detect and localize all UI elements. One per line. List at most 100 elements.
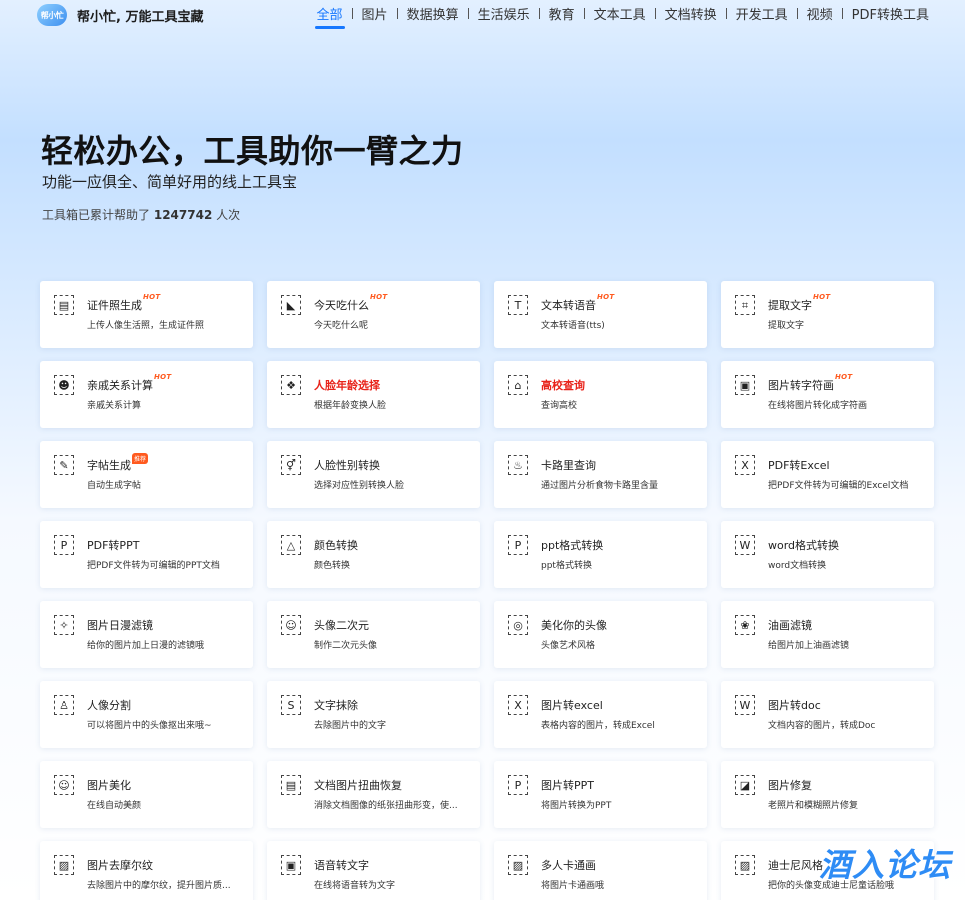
- oil-painting-icon: ❀: [735, 615, 755, 635]
- tool-card[interactable]: ◎ 美化你的头像 头像艺术风格: [494, 601, 707, 668]
- tool-card[interactable]: ▤ 文档图片扭曲恢复消除文档图像的纸张扭曲形变，使...: [267, 761, 480, 828]
- nav-item-1[interactable]: 图片: [360, 4, 390, 23]
- tool-card[interactable]: ⚥ 人脸性别转换选择对应性别转换人脸: [267, 441, 480, 508]
- tool-card[interactable]: ⌂ 高校查询 查询高校: [494, 361, 707, 428]
- id-card-icon: ▤: [54, 295, 74, 315]
- usage-counter-suffix: 人次: [216, 208, 241, 222]
- tool-card[interactable]: S 文字抹除 去除图片中的文字: [267, 681, 480, 748]
- tool-description: 颜色转换: [314, 561, 351, 571]
- anime-avatar-icon: ☺: [281, 615, 301, 635]
- tool-card[interactable]: Wword格式转换 word文档转换: [721, 521, 934, 588]
- tool-title: 图片转excel: [541, 699, 603, 712]
- tool-title: ppt格式转换: [541, 539, 604, 552]
- beautify-avatar-icon: ◎: [508, 615, 528, 635]
- nav-separator: [654, 8, 656, 19]
- nav-separator: [467, 8, 469, 19]
- copybook-icon: ✎: [54, 455, 74, 475]
- nav-separator: [351, 8, 353, 19]
- tool-title: 图片修复: [768, 779, 812, 792]
- tool-card[interactable]: ☻ 亲戚关系计算 亲戚关系计算 HOT: [40, 361, 253, 428]
- tool-title: 证件照生成: [87, 299, 142, 312]
- tool-description: 在线将图片转化成字符画: [768, 401, 868, 411]
- tool-title: 今天吃什么: [314, 299, 369, 312]
- tool-description: 通过图片分析食物卡路里含量: [541, 481, 659, 491]
- tool-title: 人脸性别转换: [314, 459, 380, 472]
- tool-card[interactable]: ⌗ 提取文字 提取文字 HOT: [721, 281, 934, 348]
- tool-card[interactable]: ▣ 语音转文字 在线将语音转为文字: [267, 841, 480, 900]
- tool-description: 选择对应性别转换人脸: [314, 481, 405, 491]
- tool-card[interactable]: ☺ 图片美化 在线自动美颜: [40, 761, 253, 828]
- nav-separator: [841, 8, 843, 19]
- tool-card[interactable]: W 图片转doc 文档内容的图片，转成Doc: [721, 681, 934, 748]
- tool-title: 图片转doc: [768, 699, 821, 712]
- pdf-excel-icon: X: [735, 455, 755, 475]
- tool-card[interactable]: X 图片转excel 表格内容的图片，转成Excel: [494, 681, 707, 748]
- tool-title: 提取文字: [768, 299, 812, 312]
- tool-description: 将图片卡通画哦: [541, 881, 605, 891]
- tool-card[interactable]: ▨ 图片去摩尔纹 去除图片中的摩尔纹，提升图片质...: [40, 841, 253, 900]
- tool-card[interactable]: ❖ 人脸年龄选择 根据年龄变换人脸: [267, 361, 480, 428]
- logo-icon: 帮小忙: [37, 4, 67, 26]
- img-ppt-icon: P: [508, 775, 528, 795]
- nav-item-3[interactable]: 生活娱乐: [476, 4, 532, 23]
- img-excel-icon: X: [508, 695, 528, 715]
- tool-description: 将图片转换为PPT: [541, 801, 612, 811]
- tool-title: 图片日漫滤镜: [87, 619, 153, 632]
- calorie-icon: ♨: [508, 455, 528, 475]
- ppt-format-icon: P: [508, 535, 528, 555]
- tool-title: 亲戚关系计算: [87, 379, 153, 392]
- tool-card[interactable]: ✧ 图片日漫滤镜 给你的图片加上日漫的滤镜哦: [40, 601, 253, 668]
- tool-card[interactable]: ❀ 油画滤镜 给图片加上油画滤镜: [721, 601, 934, 668]
- tool-card[interactable]: △ 颜色转换 颜色转换: [267, 521, 480, 588]
- tool-card[interactable]: ▨ 多人卡通画将图片卡通画哦: [494, 841, 707, 900]
- usage-counter: 工具箱已累计帮助了 1247742 人次: [42, 206, 240, 223]
- tool-card[interactable]: Pppt格式转换 ppt格式转换: [494, 521, 707, 588]
- tool-card[interactable]: X PDF转Excel 把PDF文件转为可编辑的Excel文档: [721, 441, 934, 508]
- cartoon-icon: ▨: [508, 855, 528, 875]
- nav-item-9[interactable]: PDF转换工具: [850, 4, 931, 23]
- tool-card[interactable]: ✎ 字帖生成 自动生成字帖 推荐: [40, 441, 253, 508]
- tool-description: 自动生成字帖: [87, 481, 142, 491]
- tool-description: 消除文档图像的纸张扭曲形变，使...: [314, 801, 458, 811]
- tool-title: 人脸年龄选择: [314, 379, 380, 392]
- gender-icon: ⚥: [281, 455, 301, 475]
- tool-description: 提取文字: [768, 321, 805, 331]
- hero-title: 轻松办公，工具助你一臂之力: [41, 132, 464, 170]
- tool-card[interactable]: ♨ 卡路里查询 通过图片分析食物卡路里含量: [494, 441, 707, 508]
- tool-card[interactable]: ◪ 图片修复 老照片和模糊照片修复: [721, 761, 934, 828]
- nav-separator: [796, 8, 798, 19]
- tool-title: 人像分割: [87, 699, 131, 712]
- nav-item-0[interactable]: 全部: [314, 4, 345, 29]
- tool-description: 可以将图片中的头像抠出来哦~: [87, 721, 212, 731]
- tool-card[interactable]: ▤ 证件照生成 上传人像生活照，生成证件照 HOT: [40, 281, 253, 348]
- img-doc-icon: W: [735, 695, 755, 715]
- moire-icon: ▨: [54, 855, 74, 875]
- category-nav: 全部 图片 数据换算 生活娱乐 教育 文本工具 文档转换 开发工具 视频 PDF转换工具: [314, 4, 931, 29]
- tool-title: 高校查询: [541, 379, 585, 392]
- tool-title: 多人卡通画: [541, 859, 596, 872]
- hot-badge: HOT: [154, 373, 172, 381]
- tool-card[interactable]: P 图片转PPT 将图片转换为PPT: [494, 761, 707, 828]
- nav-item-8[interactable]: 视频: [805, 4, 835, 23]
- tool-card[interactable]: ▣ 图片转字符画 在线将图片转化成字符画 HOT: [721, 361, 934, 428]
- tool-card[interactable]: ◣ 今天吃什么 今天吃什么呢 HOT: [267, 281, 480, 348]
- tool-card[interactable]: T 文本转语音 文本转语音(tts) HOT: [494, 281, 707, 348]
- site-logo[interactable]: 帮小忙 帮小忙, 万能工具宝藏: [37, 4, 203, 26]
- tool-title: 图片转字符画: [768, 379, 834, 392]
- nav-item-4[interactable]: 教育: [547, 4, 577, 23]
- tool-card[interactable]: P PDF转PPT 把PDF文件转为可编辑的PPT文档: [40, 521, 253, 588]
- forum-watermark: 酒入论坛: [818, 846, 951, 884]
- tool-description: 给图片加上油画滤镜: [768, 641, 850, 651]
- nav-item-7[interactable]: 开发工具: [734, 4, 790, 23]
- tool-card[interactable]: ☺ 头像二次元 制作二次元头像: [267, 601, 480, 668]
- tool-card[interactable]: ♙ 人像分割 可以将图片中的头像抠出来哦~: [40, 681, 253, 748]
- nav-item-2[interactable]: 数据换算: [405, 4, 461, 23]
- tool-title: 文档图片扭曲恢复: [314, 779, 402, 792]
- img-repair-icon: ◪: [735, 775, 755, 795]
- university-icon: ⌂: [508, 375, 528, 395]
- nav-item-5[interactable]: 文本工具: [592, 4, 648, 23]
- tool-description: 去除图片中的摩尔纹，提升图片质...: [87, 881, 231, 891]
- nav-item-6[interactable]: 文档转换: [663, 4, 719, 23]
- doc-dewarp-icon: ▤: [281, 775, 301, 795]
- usage-counter-value: 1247742: [153, 208, 213, 222]
